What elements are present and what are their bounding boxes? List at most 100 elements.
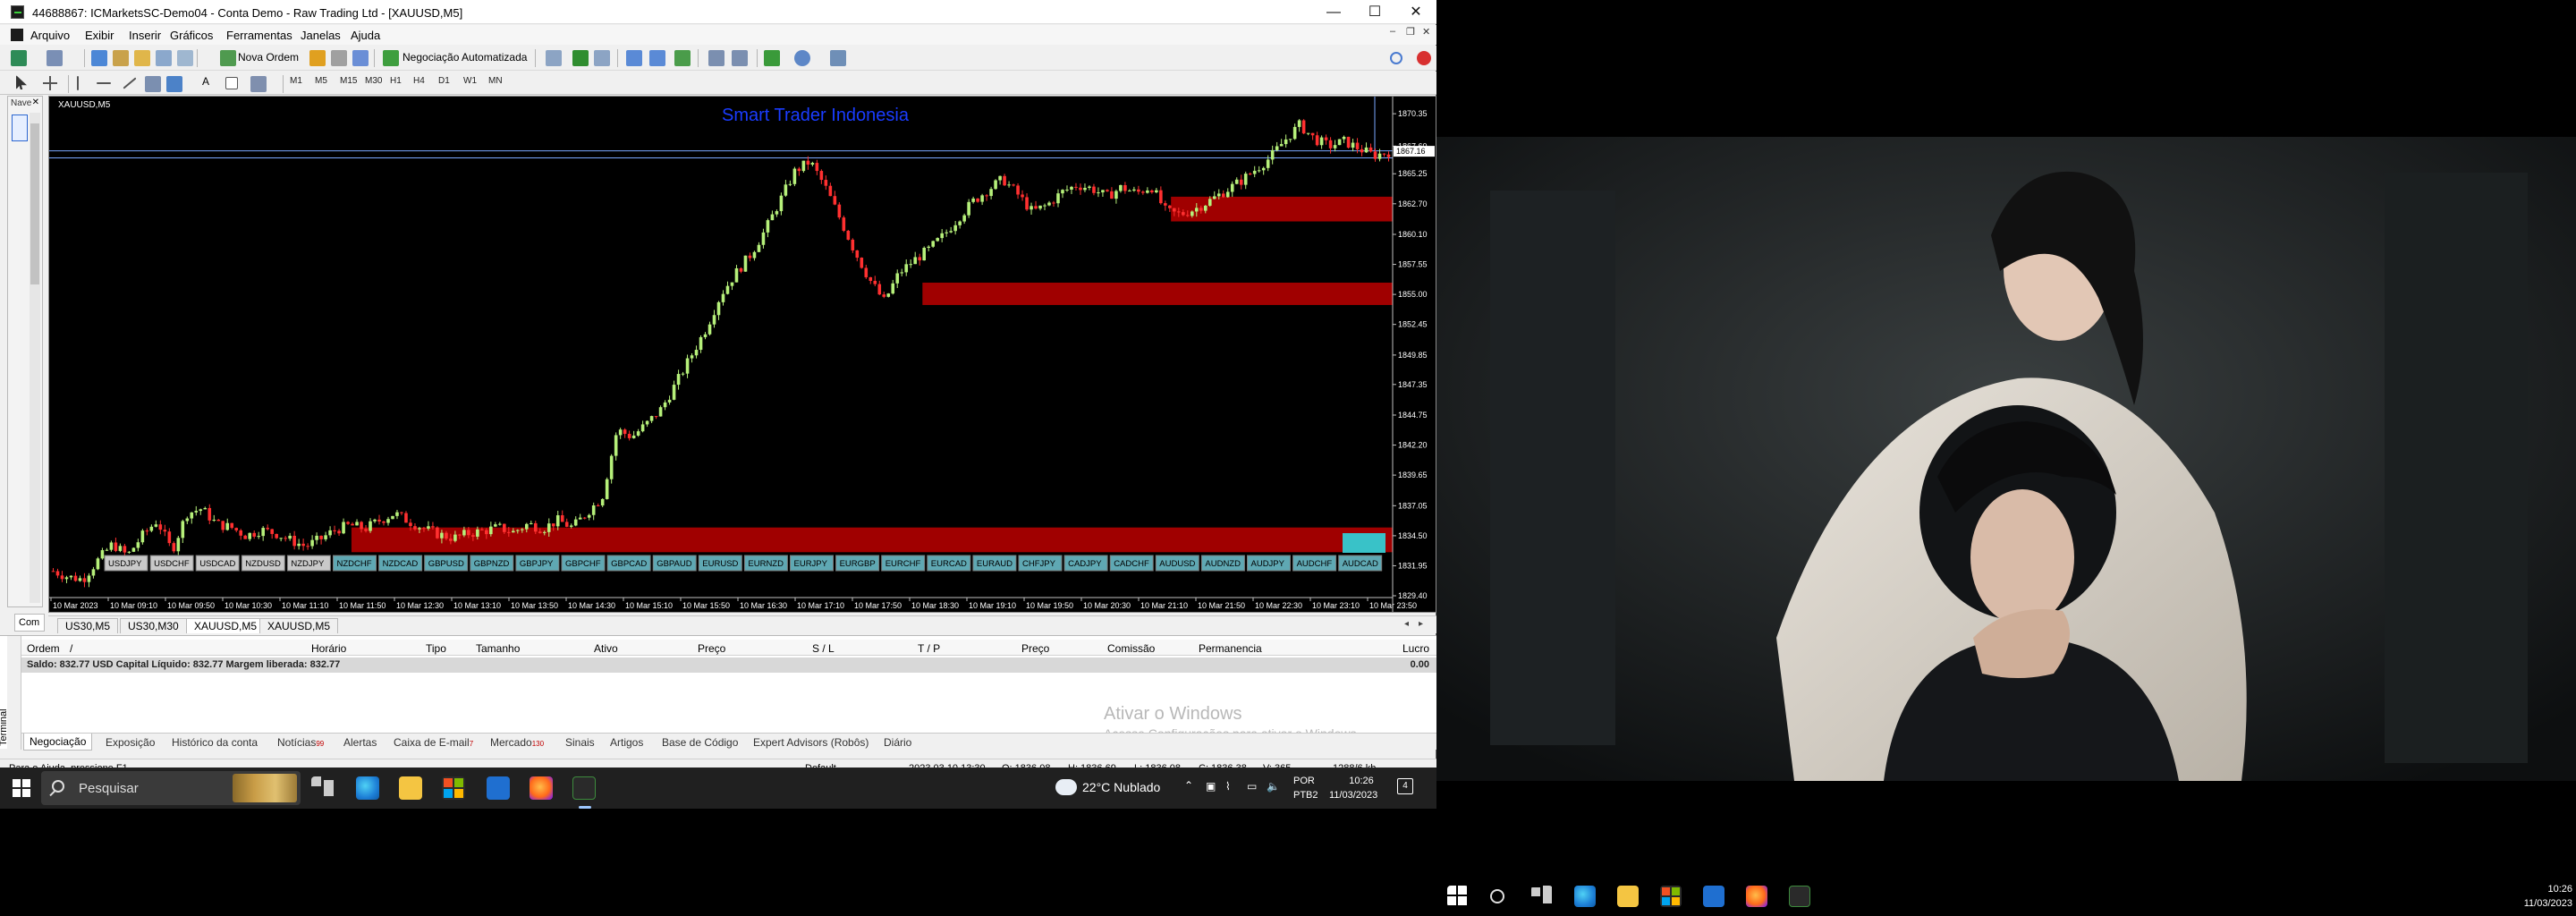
close-button[interactable]: ✕ — [1395, 0, 1436, 24]
tile-windows-icon[interactable] — [674, 50, 691, 66]
tf-m1[interactable]: M1 — [290, 76, 302, 86]
tray-volume-icon[interactable]: 🔈 — [1267, 780, 1280, 793]
mdi-minimize-icon[interactable]: – — [1390, 26, 1395, 37]
trendline-icon[interactable] — [123, 77, 137, 89]
notification-center-icon[interactable]: 4 — [1397, 778, 1413, 794]
price-chart[interactable]: 1870.351867.601865.251862.701860.101857.… — [48, 96, 1436, 613]
col-tp[interactable]: T / P — [918, 642, 940, 655]
cursor-icon[interactable] — [16, 75, 27, 89]
navigator-close-icon[interactable]: ✕ — [32, 98, 39, 107]
file-explorer-icon[interactable] — [399, 776, 422, 800]
templates-icon[interactable] — [830, 50, 846, 66]
edge-icon[interactable] — [356, 776, 379, 800]
tab-base-codigo[interactable]: Base de Código — [662, 736, 738, 749]
tab-noticias[interactable]: Notícias99 — [277, 736, 324, 749]
col-tamanho[interactable]: Tamanho — [476, 642, 520, 655]
chart-tab-xauusd-m5-2[interactable]: XAUUSD,M5 — [259, 618, 339, 633]
tab-alertas[interactable]: Alertas — [343, 736, 377, 749]
col-sl[interactable]: S / L — [812, 642, 835, 655]
navigator-scroll-thumb[interactable] — [30, 123, 39, 284]
store-icon[interactable] — [442, 776, 465, 800]
tf-m30[interactable]: M30 — [365, 76, 382, 86]
tray-network-icon[interactable]: ⌇ — [1225, 780, 1231, 793]
tf-h4[interactable]: H4 — [413, 76, 425, 86]
weather-text[interactable]: 22°C Nublado — [1082, 780, 1160, 794]
col-horario[interactable]: Horário — [311, 642, 346, 655]
horizontal-line-icon[interactable] — [97, 82, 111, 84]
tf-d1[interactable]: D1 — [438, 76, 450, 86]
search-icon[interactable] — [1390, 52, 1402, 64]
mail-icon-2[interactable] — [1703, 886, 1724, 907]
market-watch-icon[interactable] — [91, 50, 107, 66]
chart-tab-us30-m5[interactable]: US30,M5 — [57, 618, 119, 633]
chart-tab-us30-m30[interactable]: US30,M30 — [120, 618, 187, 633]
minimize-button[interactable]: — — [1313, 0, 1354, 24]
crosshair-icon[interactable] — [43, 76, 57, 90]
mt4-taskbar-icon-2[interactable] — [1789, 886, 1810, 907]
task-view-icon-2[interactable] — [1531, 886, 1553, 907]
chart-shift-icon[interactable] — [708, 50, 724, 66]
chart-canvas[interactable]: 1870.351867.601865.251862.701860.101857.… — [49, 97, 1436, 612]
col-sort[interactable]: / — [70, 642, 72, 655]
tray-lang-sub[interactable]: PTB2 — [1293, 790, 1318, 801]
bar-chart-icon[interactable] — [546, 50, 562, 66]
start-button[interactable] — [13, 779, 30, 797]
new-chart-icon[interactable] — [11, 50, 27, 66]
tf-mn[interactable]: MN — [488, 76, 503, 86]
menu-graficos[interactable]: Gráficos — [170, 29, 213, 42]
auto-trading-icon[interactable] — [383, 50, 399, 66]
col-permanencia[interactable]: Permanencia — [1199, 642, 1262, 655]
menu-exibir[interactable]: Exibir — [85, 29, 114, 42]
tf-h1[interactable]: H1 — [390, 76, 402, 86]
file-explorer-icon-2[interactable] — [1617, 886, 1639, 907]
maximize-button[interactable]: ☐ — [1354, 0, 1395, 24]
tray-lang[interactable]: POR — [1293, 776, 1315, 786]
tray-time[interactable]: 10:26 — [1342, 776, 1381, 786]
vps-icon[interactable] — [352, 50, 369, 66]
tester-icon[interactable] — [177, 50, 193, 66]
channel-icon[interactable] — [145, 76, 161, 92]
taskbar-search[interactable]: Pesquisar — [41, 771, 301, 805]
text-tool-icon[interactable]: A — [202, 75, 209, 88]
firefox-icon-2[interactable] — [1746, 886, 1767, 907]
new-order-icon[interactable] — [220, 50, 236, 66]
new-order-button[interactable]: Nova Ordem — [238, 51, 299, 64]
start-button-2[interactable] — [1447, 886, 1469, 907]
zoom-in-icon[interactable] — [626, 50, 642, 66]
tab-expert-advisors[interactable]: Expert Advisors (Robôs) — [753, 736, 869, 749]
vertical-line-icon[interactable] — [77, 76, 79, 90]
tabs-scroll-left-icon[interactable]: ◂ — [1404, 619, 1409, 629]
menu-inserir[interactable]: Inserir — [129, 29, 161, 42]
auto-trading-button[interactable]: Negociação Automatizada — [402, 51, 527, 64]
store-icon-2[interactable] — [1660, 886, 1682, 907]
task-view-icon[interactable] — [311, 776, 335, 800]
signals-icon[interactable] — [331, 50, 347, 66]
profiles-icon[interactable] — [47, 50, 63, 66]
tf-w1[interactable]: W1 — [463, 76, 477, 86]
tray-overflow-icon[interactable]: ⌃ — [1184, 779, 1193, 792]
tab-artigos[interactable]: Artigos — [610, 736, 643, 749]
line-chart-icon[interactable] — [594, 50, 610, 66]
periods-icon[interactable] — [794, 50, 810, 66]
tf-m15[interactable]: M15 — [340, 76, 357, 86]
navigator-tab-common[interactable]: Com — [14, 614, 45, 632]
label-tool-icon[interactable] — [225, 77, 238, 89]
indicators-icon[interactable] — [764, 50, 780, 66]
fibonacci-icon[interactable] — [166, 76, 182, 92]
arrows-icon[interactable] — [250, 76, 267, 92]
title-bar[interactable]: 44688867: ICMarketsSC-Demo04 - Conta Dem… — [0, 0, 1436, 24]
col-comissao[interactable]: Comissão — [1107, 642, 1155, 655]
col-ativo[interactable]: Ativo — [594, 642, 618, 655]
col-preco[interactable]: Preço — [698, 642, 725, 655]
col-preco-atual[interactable]: Preço — [1021, 642, 1049, 655]
navigator-scrollbar[interactable] — [30, 113, 40, 603]
chart-tab-xauusd-m5[interactable]: XAUUSD,M5 — [186, 618, 266, 633]
data-window-icon[interactable] — [113, 50, 129, 66]
mt4-taskbar-icon[interactable] — [572, 776, 596, 809]
tray2-date[interactable]: 11/03/2023 — [2515, 898, 2572, 909]
search-icon-2[interactable] — [1490, 889, 1504, 903]
menu-arquivo[interactable]: Arquivo — [30, 29, 70, 42]
tf-m5[interactable]: M5 — [315, 76, 327, 86]
col-lucro[interactable]: Lucro — [1402, 642, 1429, 655]
menu-janelas[interactable]: Janelas — [301, 29, 341, 42]
